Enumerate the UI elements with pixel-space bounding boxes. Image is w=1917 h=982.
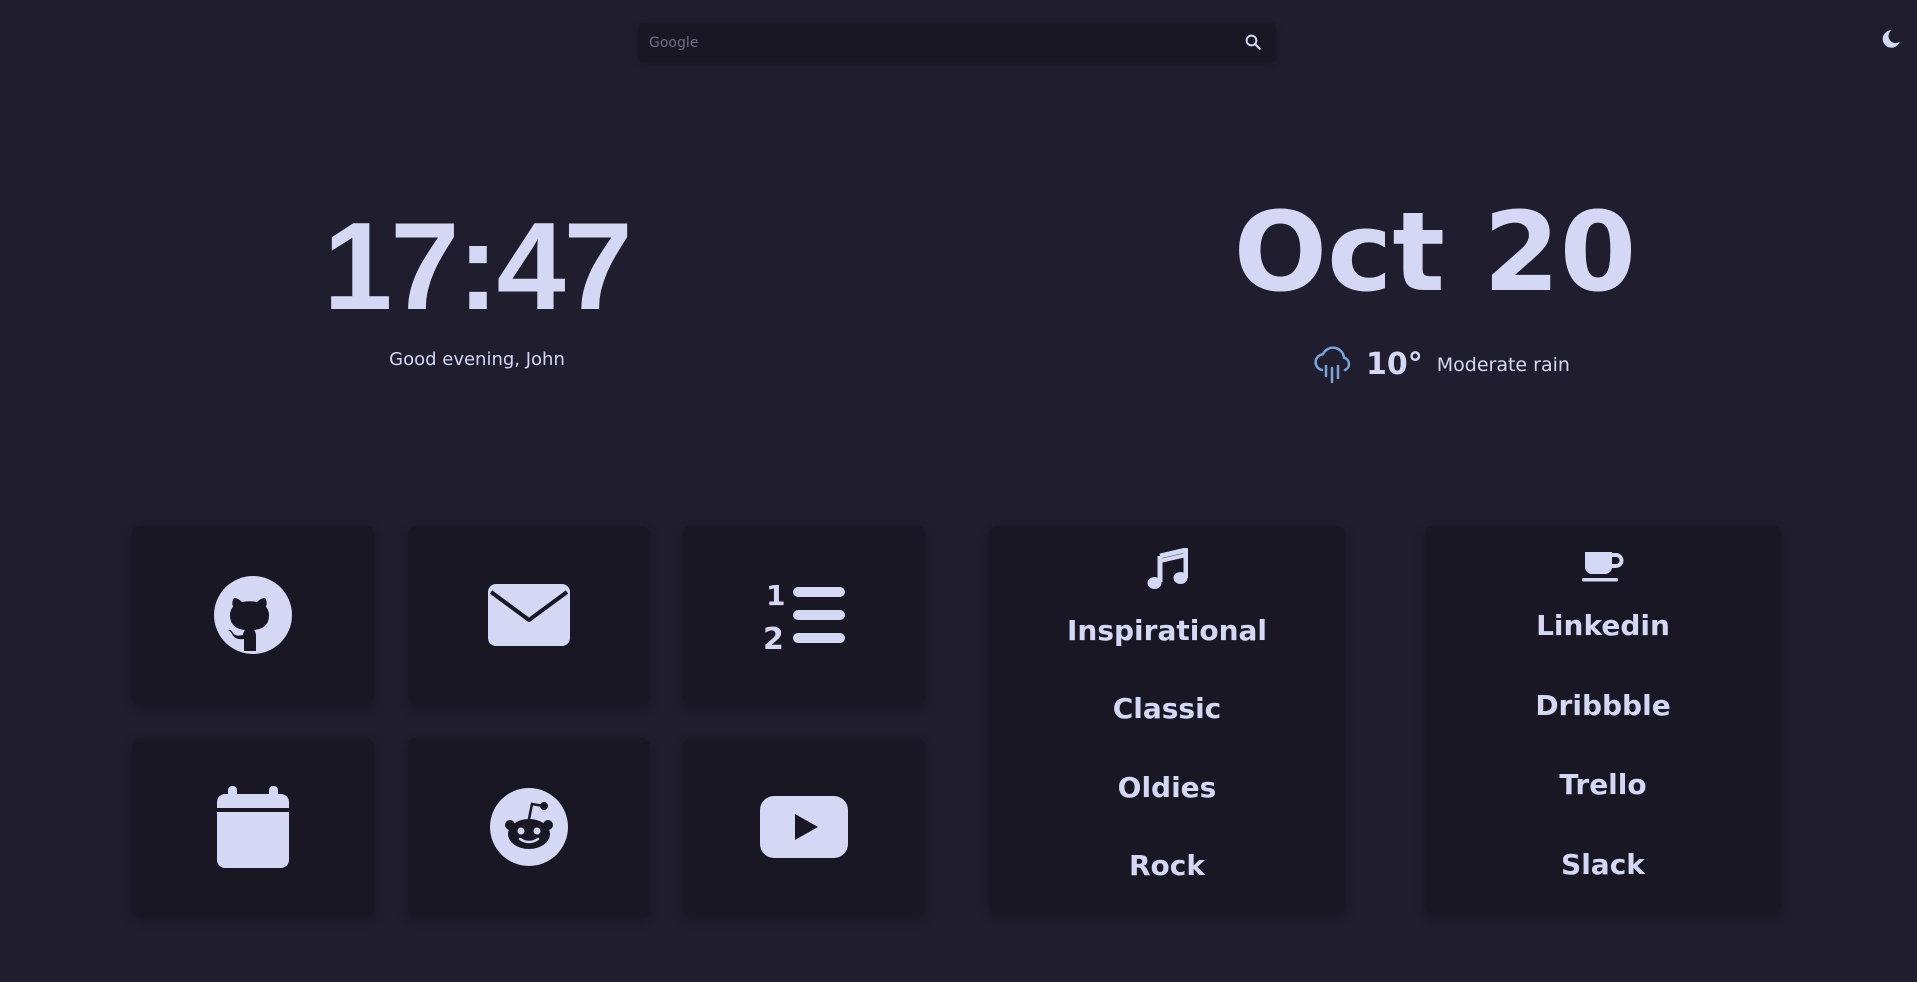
music-link-oldies[interactable]: Oldies [989, 771, 1345, 804]
cloud-rain-icon [1310, 342, 1356, 388]
work-link-dribbble[interactable]: Dribbble [1425, 689, 1781, 722]
work-link-slack[interactable]: Slack [1425, 848, 1781, 881]
youtube-icon [760, 796, 848, 858]
github-icon [213, 575, 293, 655]
list-ordered-icon: 1 2 [763, 579, 845, 651]
work-list-card: Linkedin Dribbble Trello Slack [1425, 526, 1781, 913]
reddit-icon [489, 787, 569, 867]
mail-icon [488, 584, 570, 646]
shortcut-calendar[interactable] [132, 738, 374, 916]
moon-icon[interactable] [1880, 28, 1902, 50]
shortcut-youtube[interactable] [683, 738, 925, 916]
music-link-inspirational[interactable]: Inspirational [989, 614, 1345, 647]
music-link-classic[interactable]: Classic [989, 692, 1345, 725]
search-bar [638, 23, 1276, 62]
music-note-icon [989, 548, 1345, 590]
shortcut-github[interactable] [132, 526, 374, 704]
coffee-icon [1425, 550, 1781, 582]
search-input[interactable] [649, 23, 1239, 62]
weather-description: Moderate rain [1436, 353, 1570, 376]
work-link-trello[interactable]: Trello [1425, 768, 1781, 801]
shortcut-list[interactable]: 1 2 [683, 526, 925, 704]
svg-text:2: 2 [763, 622, 784, 651]
svg-text:1: 1 [766, 579, 785, 612]
shortcut-reddit[interactable] [408, 738, 650, 916]
search-icon[interactable] [1244, 33, 1262, 51]
work-link-linkedin[interactable]: Linkedin [1425, 609, 1781, 642]
weather-temperature: 10° [1366, 347, 1423, 382]
calendar-icon [217, 786, 289, 868]
music-list-card: Inspirational Classic Oldies Rock [989, 526, 1345, 913]
clock-time: 17:47 [323, 198, 632, 336]
date-text: Oct 20 [1233, 188, 1637, 316]
shortcut-mail[interactable] [408, 526, 650, 704]
greeting-text: Good evening, John [389, 349, 565, 370]
weather-widget: 10° Moderate rain [1310, 342, 1570, 387]
start-page: 17:47 Good evening, John Oct 20 10° Mode… [0, 0, 1917, 982]
music-link-rock[interactable]: Rock [989, 849, 1345, 882]
